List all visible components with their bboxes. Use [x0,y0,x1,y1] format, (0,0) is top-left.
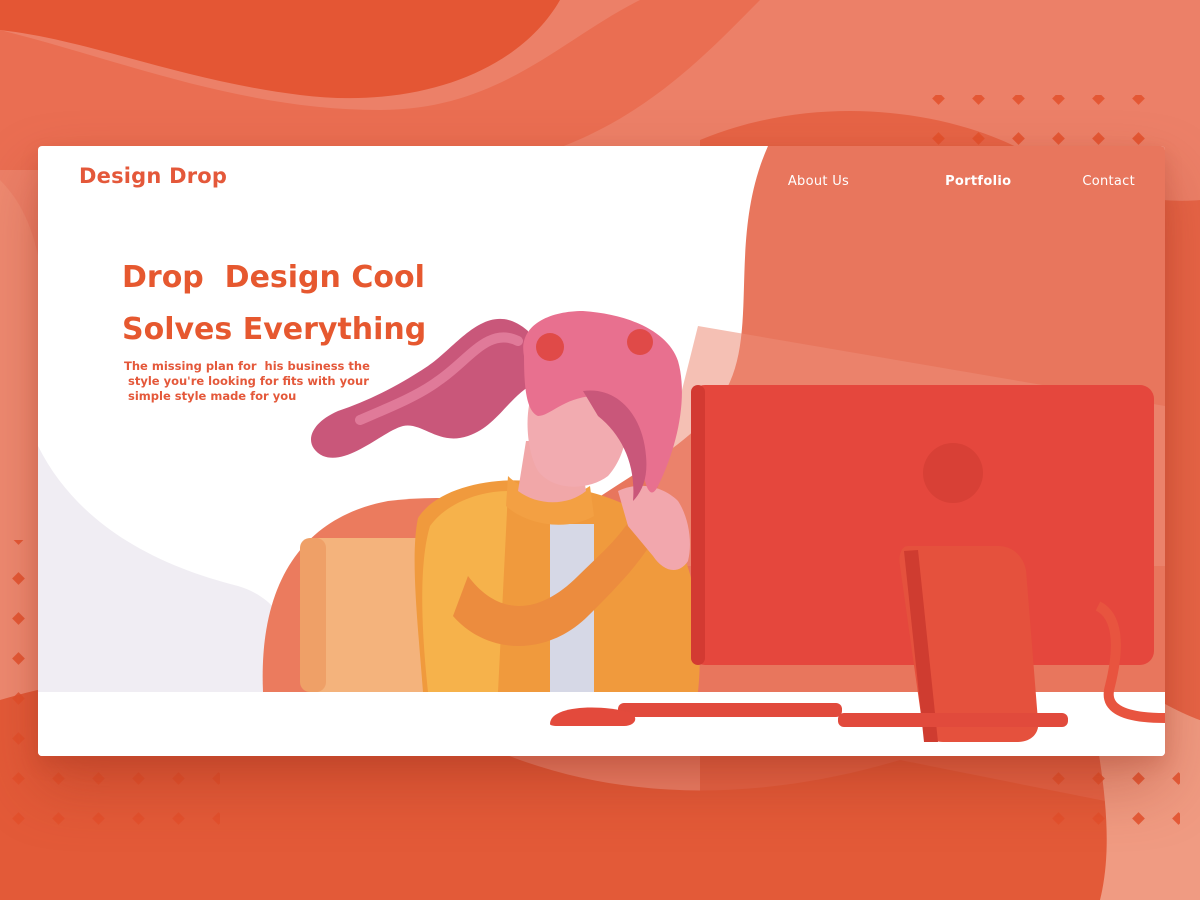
hair-bun-right [627,329,653,355]
chair-side [300,538,326,692]
nav-item-portfolio[interactable]: Portfolio [945,174,1011,189]
hair-bun-left [536,333,564,361]
hero-subtitle-line-1: The missing plan for his business the [124,359,370,373]
hero-title: Drop Design Cool Solves Everything [122,252,426,356]
diamond-pattern-left [0,540,40,780]
hero-subtitle-line-2: style you're looking for fits with your [124,374,369,388]
diamond-pattern-bottomleft [0,750,220,830]
brand-logo[interactable]: Design Drop [79,164,227,188]
monitor-edge [691,385,705,665]
lavender-hill-shape [38,446,298,692]
hero-subtitle: The missing plan for his business the st… [124,359,384,404]
hero-title-line-2: Solves Everything [122,312,427,347]
diamond-pattern-bottomright [1040,770,1180,850]
hero-title-line-1: Drop Design Cool [122,260,425,295]
girl-at-computer-illustration [38,146,1165,756]
monitor-logo [923,443,983,503]
nav-item-about-us[interactable]: About Us [788,174,849,189]
nav-item-contact[interactable]: Contact [1082,174,1135,189]
monitor-base [838,713,1068,727]
landing-page-card: Design Drop About Us Portfolio Contact D… [38,146,1165,756]
hero-subtitle-line-3: simple style made for you [124,389,297,403]
keyboard [618,703,842,717]
main-nav: About Us Portfolio Contact [788,174,1135,189]
